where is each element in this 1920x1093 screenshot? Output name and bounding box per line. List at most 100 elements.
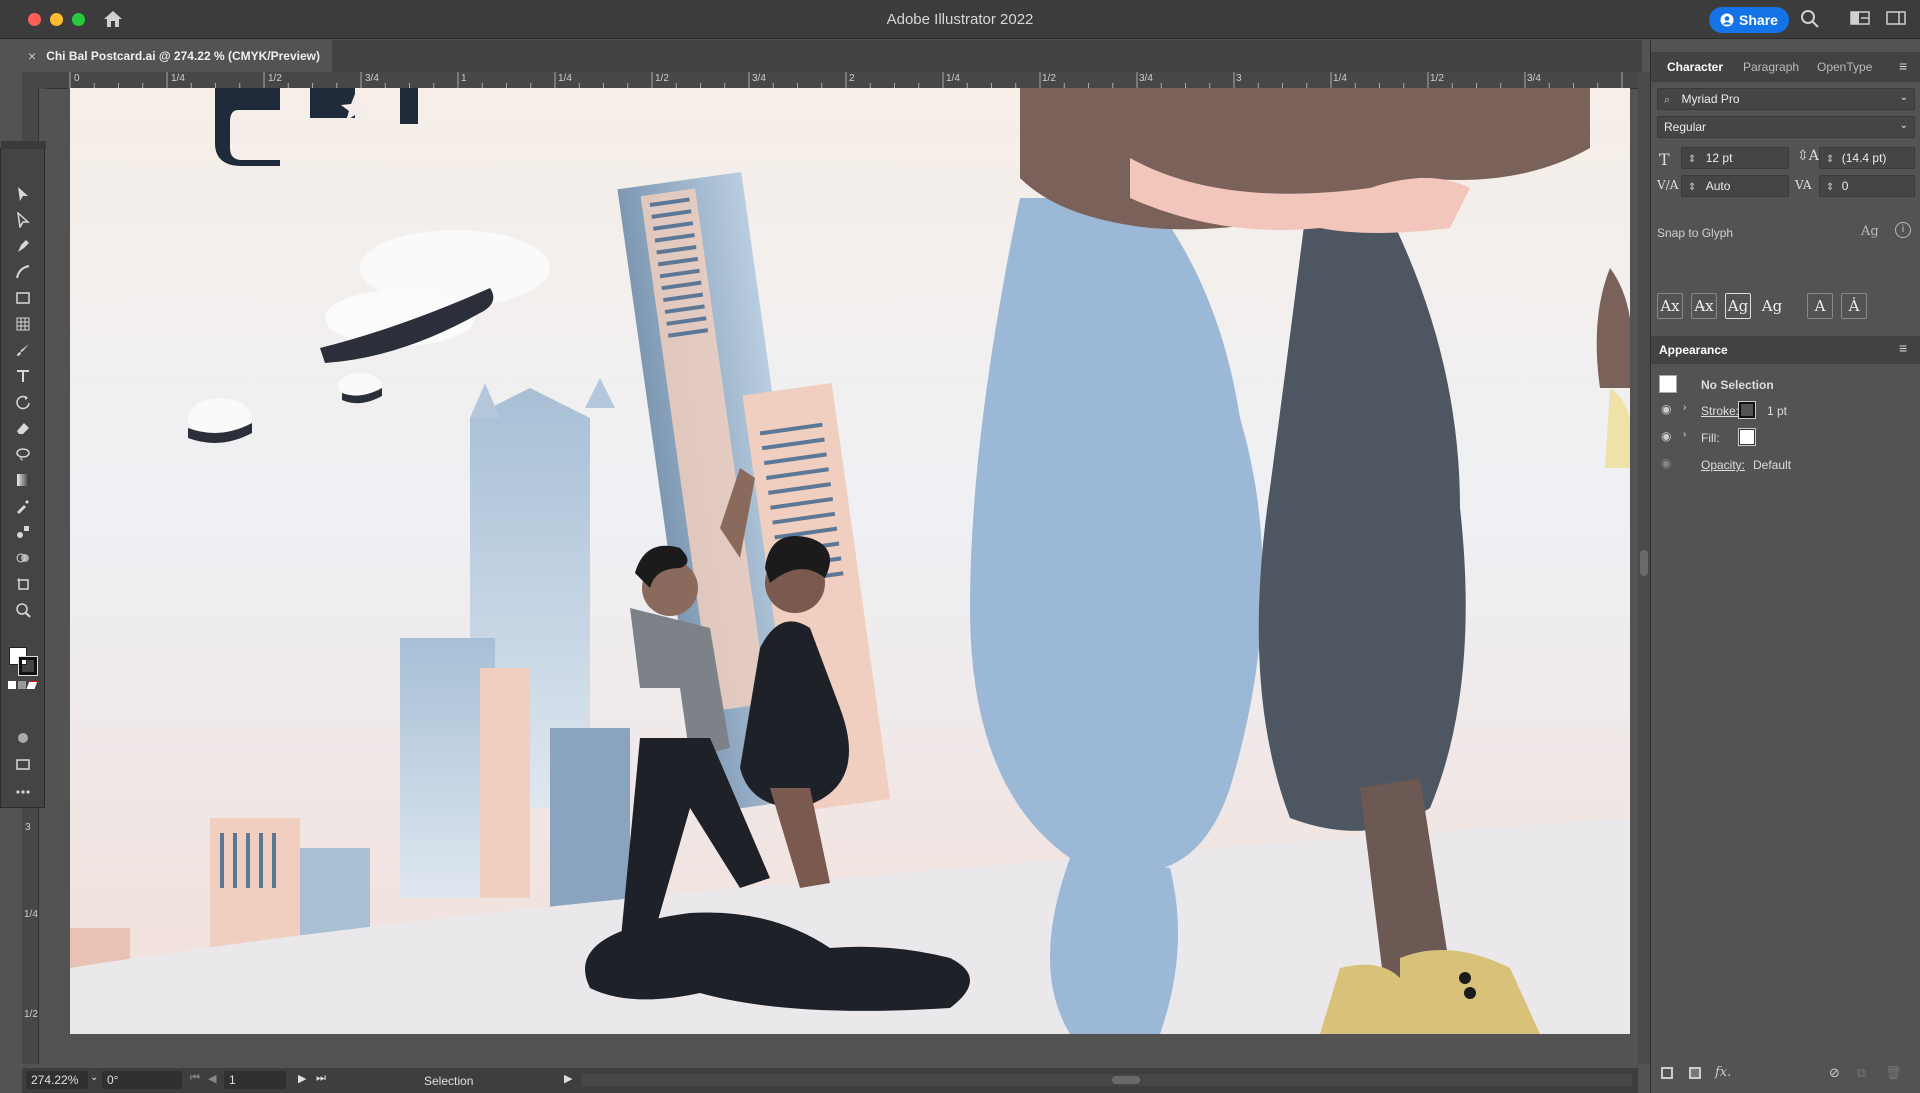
stepper-icon[interactable]: ⇕: [1688, 182, 1696, 193]
paintbrush-icon[interactable]: [12, 339, 34, 361]
eraser-icon[interactable]: [12, 417, 34, 439]
expand-chevron-icon[interactable]: ›: [1683, 429, 1686, 440]
vertical-scrollbar[interactable]: [1638, 72, 1650, 1064]
snap-angular-icon[interactable]: A: [1807, 293, 1833, 319]
delete-item-icon[interactable]: 🗑: [1885, 1065, 1902, 1081]
panel-toggle-icon[interactable]: [1886, 9, 1908, 29]
eyedropper-icon[interactable]: [12, 495, 34, 517]
close-tab-icon[interactable]: ×: [28, 48, 36, 64]
add-stroke-icon[interactable]: [1661, 1067, 1673, 1079]
prev-artboard-icon[interactable]: ◀: [208, 1072, 216, 1085]
workspace-layout-icon[interactable]: [1850, 9, 1872, 29]
glyph-bounds-icon[interactable]: Ag: [1861, 224, 1879, 239]
zoom-field[interactable]: 274.22%: [26, 1071, 88, 1089]
rotate-icon[interactable]: [12, 391, 34, 413]
ruler-h-label: 2: [849, 73, 855, 84]
leading-field[interactable]: ⇕ (14.4 pt): [1819, 147, 1915, 169]
scroll-thumb[interactable]: [1112, 1076, 1140, 1084]
zoom-icon[interactable]: [12, 599, 34, 621]
appearance-fill-row[interactable]: ◉ › Fill:: [1651, 423, 1920, 451]
more-tools-icon[interactable]: [12, 781, 34, 803]
snap-baseline-icon[interactable]: Ax: [1657, 293, 1683, 319]
stroke-label[interactable]: Stroke:: [1701, 404, 1739, 418]
grid-icon[interactable]: [12, 313, 34, 335]
status-menu-icon[interactable]: ▶: [564, 1072, 572, 1085]
horizontal-ruler[interactable]: 0 1/4 1/2 3/4 1 1/4 1/2 3/4 2 1/4 1/2 3/…: [46, 72, 1638, 89]
shape-builder-icon[interactable]: [12, 547, 34, 569]
fill-stroke-swatches[interactable]: [7, 645, 39, 677]
kerning-field[interactable]: ⇕ Auto: [1681, 175, 1789, 197]
fill-label[interactable]: Fill:: [1701, 431, 1720, 445]
appearance-no-selection-row: No Selection: [1651, 370, 1920, 398]
tools-panel-grip[interactable]: [1, 141, 46, 149]
tracking-field[interactable]: ⇕ 0: [1819, 175, 1915, 197]
draw-mode-icon[interactable]: [12, 727, 34, 749]
next-artboard-icon[interactable]: ▶: [298, 1072, 306, 1085]
add-fill-icon[interactable]: [1689, 1067, 1701, 1079]
chevron-down-icon[interactable]: ⌄: [90, 1072, 98, 1083]
snap-xheight-icon[interactable]: A̶x: [1691, 293, 1717, 319]
stepper-icon[interactable]: ⇕: [1688, 154, 1696, 165]
pen-icon[interactable]: [12, 235, 34, 257]
opacity-label[interactable]: Opacity:: [1701, 458, 1745, 472]
visibility-eye-icon[interactable]: ◉: [1661, 456, 1671, 470]
expand-chevron-icon[interactable]: ›: [1683, 402, 1686, 413]
artboard-icon[interactable]: [12, 573, 34, 595]
appearance-opacity-row[interactable]: ◉ Opacity: Default: [1651, 450, 1920, 478]
screen-mode-icon[interactable]: [12, 753, 34, 775]
first-artboard-icon[interactable]: ⏮: [190, 1072, 200, 1085]
snap-anchor-icon[interactable]: Ȧ: [1841, 293, 1867, 319]
snap-glyph-bounds-icon[interactable]: Ag: [1725, 293, 1751, 319]
horizontal-scrollbar[interactable]: [582, 1074, 1632, 1086]
appearance-title[interactable]: Appearance: [1659, 343, 1728, 357]
postcard-illustration: [70, 88, 1630, 1034]
curvature-icon[interactable]: [12, 261, 34, 283]
tab-character[interactable]: Character: [1667, 60, 1723, 74]
font-style-field[interactable]: Regular ⌄: [1657, 116, 1915, 138]
font-family-field[interactable]: ⌕ Myriad Pro ⌄: [1657, 88, 1915, 110]
rectangle-icon[interactable]: [12, 287, 34, 309]
lasso-icon[interactable]: [12, 443, 34, 465]
opacity-value: Default: [1753, 458, 1792, 472]
duplicate-item-icon[interactable]: ⧉: [1857, 1065, 1866, 1081]
font-size-field[interactable]: ⇕ 12 pt: [1681, 147, 1789, 169]
fill-color-swatch[interactable]: [1738, 428, 1756, 446]
ruler-origin[interactable]: [22, 72, 46, 89]
stepper-icon[interactable]: ⇕: [1826, 154, 1834, 165]
panel-menu-icon[interactable]: ≡: [1899, 340, 1907, 356]
visibility-eye-icon[interactable]: ◉: [1661, 429, 1671, 443]
type-icon[interactable]: [12, 365, 34, 387]
tab-paragraph[interactable]: Paragraph: [1743, 60, 1799, 74]
stepper-icon[interactable]: ⇕: [1826, 182, 1834, 193]
stroke-swatch[interactable]: [18, 656, 38, 676]
artboard-canvas[interactable]: [70, 88, 1630, 1034]
direct-selection-icon[interactable]: [12, 209, 34, 231]
selection-icon[interactable]: [12, 183, 34, 205]
none-icon[interactable]: [26, 681, 38, 689]
gradient-icon[interactable]: [12, 469, 34, 491]
stroke-color-swatch[interactable]: [1738, 401, 1756, 419]
rotation-field[interactable]: 0°: [102, 1071, 182, 1089]
ruler-h-label: 3: [1236, 73, 1242, 84]
scroll-thumb[interactable]: [1640, 550, 1648, 576]
ruler-h-label: 0: [74, 73, 80, 84]
snap-proximity-icon[interactable]: Ag: [1759, 293, 1785, 319]
clear-appearance-icon[interactable]: ⊘: [1829, 1065, 1840, 1081]
last-artboard-icon[interactable]: ⏭: [316, 1072, 326, 1085]
document-tab-bar: × Chi Bal Postcard.ai @ 274.22 % (CMYK/P…: [22, 40, 1642, 72]
gradient-mode-icon[interactable]: [18, 681, 26, 689]
blend-icon[interactable]: [12, 521, 34, 543]
color-icon[interactable]: [8, 681, 16, 689]
document-tab[interactable]: × Chi Bal Postcard.ai @ 274.22 % (CMYK/P…: [22, 40, 332, 72]
appearance-stroke-row[interactable]: ◉ › Stroke: 1 pt: [1651, 396, 1920, 424]
tab-opentype[interactable]: OpenType: [1817, 60, 1872, 74]
search-icon[interactable]: [1800, 9, 1822, 29]
panel-menu-icon[interactable]: ≡: [1899, 58, 1907, 74]
visibility-eye-icon[interactable]: ◉: [1661, 402, 1671, 416]
info-icon[interactable]: i: [1895, 222, 1911, 238]
share-button[interactable]: Share: [1709, 7, 1789, 33]
ruler-h-label: 1/4: [558, 73, 572, 84]
artboard-number-field[interactable]: 1: [224, 1071, 286, 1089]
add-effect-icon[interactable]: fx.: [1715, 1065, 1731, 1080]
color-mode-icons[interactable]: [8, 681, 38, 691]
